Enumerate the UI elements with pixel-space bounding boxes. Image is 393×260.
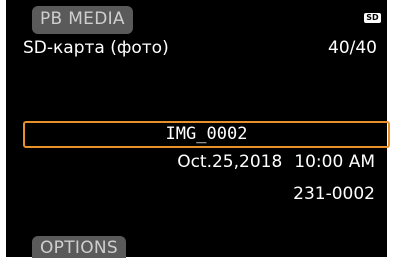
image-counter: 40/40 — [328, 38, 377, 58]
file-datetime: Oct.25,2018 10:00 AM — [177, 152, 375, 172]
selected-file[interactable]: IMG_0002 — [23, 121, 390, 148]
display-panel: PB MEDIA SD-карта (фото) SD 40/40 IMG_00… — [6, 0, 390, 258]
playback-screen: PB MEDIA SD-карта (фото) SD 40/40 IMG_00… — [0, 0, 393, 258]
file-time: 10:00 AM — [294, 152, 375, 172]
file-name: IMG_0002 — [165, 124, 248, 144]
folder-file-number: 231-0002 — [293, 184, 375, 204]
media-title: SD-карта (фото) — [23, 38, 169, 58]
options-tab[interactable]: OPTIONS — [32, 236, 127, 258]
pb-media-tab[interactable]: PB MEDIA — [32, 6, 133, 34]
file-date: Oct.25,2018 — [177, 152, 283, 172]
sd-card-icon: SD — [364, 13, 381, 23]
